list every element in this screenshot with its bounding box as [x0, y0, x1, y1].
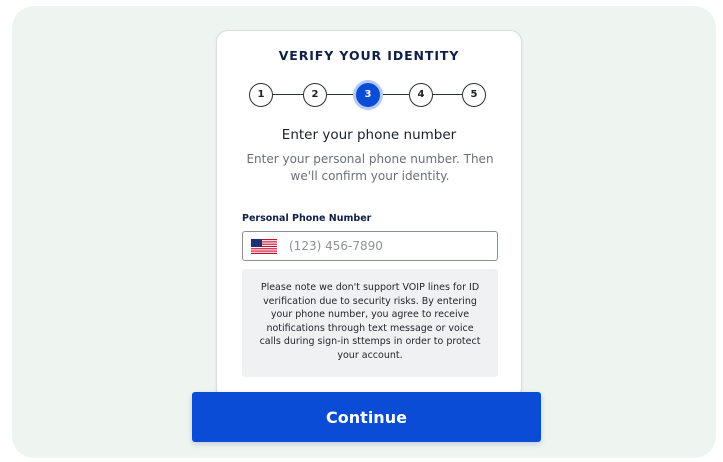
step-4: 4: [409, 83, 433, 107]
step-connector: [433, 94, 462, 95]
verification-card: VERIFY YOUR IDENTITY 1 2 3 4 5 Enter you…: [216, 30, 522, 400]
phone-number-input[interactable]: [289, 232, 489, 260]
progress-stepper: 1 2 3 4 5: [249, 82, 491, 108]
page-title: VERIFY YOUR IDENTITY: [278, 48, 460, 63]
instruction-text: Enter your personal phone number. Then w…: [246, 152, 494, 183]
continue-button[interactable]: Continue: [192, 392, 541, 442]
voip-notice: Please note we don't support VOIP lines …: [242, 269, 498, 377]
step-5: 5: [462, 83, 486, 107]
step-2: 2: [303, 83, 327, 107]
phone-field[interactable]: [242, 231, 498, 261]
notice-text: Please note we don't support VOIP lines …: [259, 282, 481, 361]
step-connector: [380, 94, 409, 95]
phone-field-label: Personal Phone Number: [242, 213, 372, 224]
step-connector: [273, 94, 303, 95]
section-heading: Enter your phone number: [281, 127, 457, 143]
us-flag-icon[interactable]: [251, 239, 277, 254]
step-3-current: 3: [356, 83, 380, 107]
step-1: 1: [249, 83, 273, 107]
step-connector: [327, 94, 356, 95]
